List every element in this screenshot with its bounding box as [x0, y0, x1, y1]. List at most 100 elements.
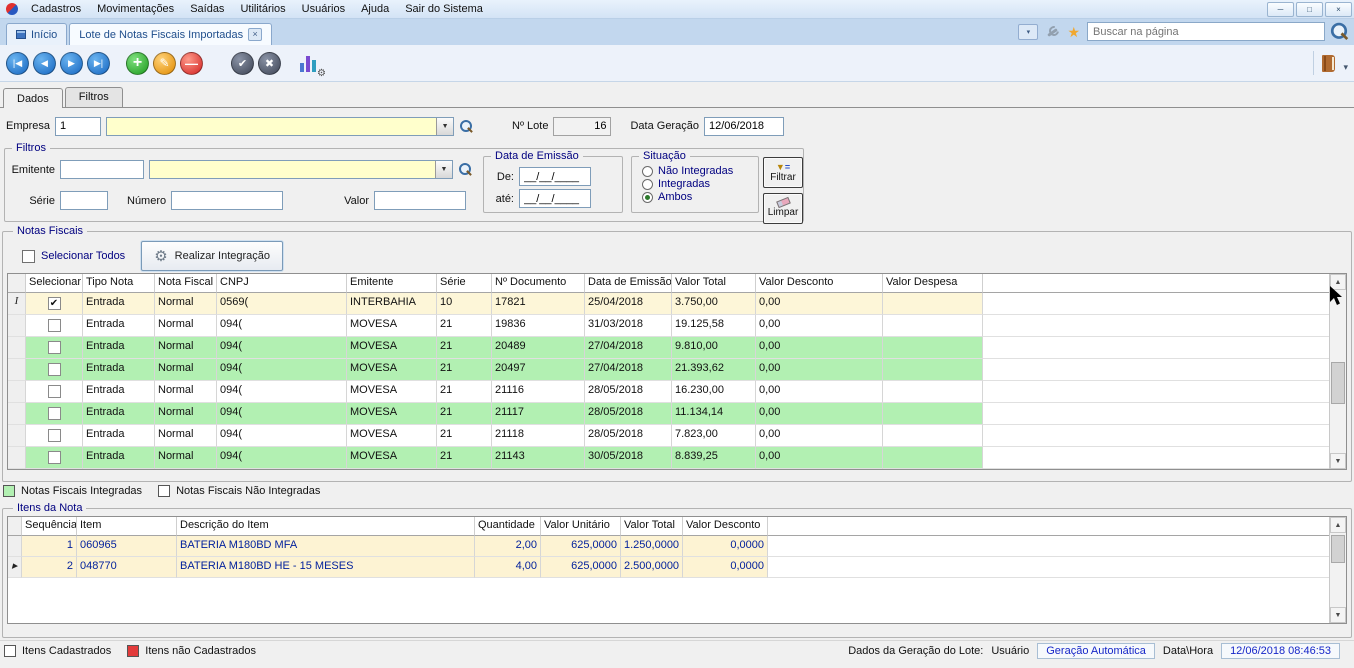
itens-grid-scrollbar[interactable]: ▲ ▼	[1329, 517, 1346, 623]
emitente-code-field[interactable]	[60, 160, 144, 179]
scroll-up-icon[interactable]: ▲	[1330, 517, 1346, 533]
wrench-icon[interactable]	[1045, 24, 1060, 39]
notas-column-header[interactable]: Tipo Nota	[83, 274, 155, 293]
notas-grid-row[interactable]: I✔EntradaNormal0569(INTERBAHIA101782125/…	[8, 293, 1346, 315]
notas-grid-row[interactable]: EntradaNormal094(MOVESA212111628/05/2018…	[8, 381, 1346, 403]
emitente-search-icon[interactable]	[458, 162, 472, 177]
menu-item-cadastros[interactable]: Cadastros	[23, 1, 89, 17]
row-checkbox[interactable]	[48, 451, 61, 464]
situacao-radio[interactable]: Ambos	[642, 191, 758, 203]
tab-lote-notas-fiscais[interactable]: Lote de Notas Fiscais Importadas ×	[69, 23, 272, 45]
data-geracao-field[interactable]	[704, 117, 784, 136]
row-checkbox[interactable]	[48, 363, 61, 376]
close-window-button[interactable]: ×	[1325, 2, 1352, 17]
filtrar-button[interactable]: ▼= Filtrar	[763, 157, 803, 188]
row-checkbox[interactable]	[48, 407, 61, 420]
scroll-up-icon[interactable]: ▲	[1330, 274, 1346, 290]
notas-column-header[interactable]: CNPJ	[217, 274, 347, 293]
cancel-button[interactable]: ✖	[258, 52, 281, 75]
tab-close-icon[interactable]: ×	[248, 28, 262, 41]
nav-last-button[interactable]: ▶|	[87, 52, 110, 75]
chart-button[interactable]: ⚙	[297, 51, 323, 75]
scrollbar-thumb[interactable]	[1331, 362, 1345, 404]
add-button[interactable]: +	[126, 52, 149, 75]
realizar-integracao-button[interactable]: ⚙ Realizar Integração	[141, 241, 283, 271]
tab-list-dropdown[interactable]: ▾	[1018, 24, 1038, 40]
row-checkbox[interactable]	[48, 341, 61, 354]
maximize-button[interactable]: □	[1296, 2, 1323, 17]
notas-grid-row[interactable]: EntradaNormal094(MOVESA212048927/04/2018…	[8, 337, 1346, 359]
menu-item-saidas[interactable]: Saídas	[182, 1, 232, 17]
notas-column-header[interactable]: Valor Despesa	[883, 274, 983, 293]
itens-column-header[interactable]: Item	[77, 517, 177, 536]
cell-selecionar[interactable]	[26, 359, 83, 381]
itens-column-header[interactable]: Valor Unitário	[541, 517, 621, 536]
tab-dados[interactable]: Dados	[3, 88, 63, 108]
favorite-star-icon[interactable]: ★	[1067, 25, 1080, 39]
empresa-code-field[interactable]	[55, 117, 101, 136]
serie-field[interactable]	[60, 191, 108, 210]
menu-item-movimentacoes[interactable]: Movimentações	[89, 1, 182, 17]
situacao-radio[interactable]: Integradas	[642, 178, 758, 190]
row-checkbox[interactable]	[48, 385, 61, 398]
page-search-input[interactable]	[1087, 22, 1325, 41]
cell-selecionar[interactable]	[26, 337, 83, 359]
lote-field[interactable]	[553, 117, 611, 136]
row-checkbox[interactable]	[48, 429, 61, 442]
cell-selecionar[interactable]	[26, 315, 83, 337]
scroll-down-icon[interactable]: ▼	[1330, 607, 1346, 623]
data-emissao-de-field[interactable]	[519, 167, 591, 186]
tab-filtros[interactable]: Filtros	[65, 87, 123, 107]
itens-column-header[interactable]: Quantidade	[475, 517, 541, 536]
selecionar-todos-checkbox[interactable]: Selecionar Todos	[22, 250, 125, 263]
minimize-button[interactable]: ─	[1267, 2, 1294, 17]
chevron-down-icon[interactable]: ▼	[435, 161, 452, 178]
notas-grid-row[interactable]: EntradaNormal094(MOVESA212114330/05/2018…	[8, 447, 1346, 469]
notas-grid-row[interactable]: EntradaNormal094(MOVESA212111828/05/2018…	[8, 425, 1346, 447]
notas-column-header[interactable]: Selecionar	[26, 274, 83, 293]
cell-selecionar[interactable]	[26, 381, 83, 403]
notas-column-header[interactable]: Valor Desconto	[756, 274, 883, 293]
nav-prior-button[interactable]: ◀	[33, 52, 56, 75]
cell-selecionar[interactable]	[26, 447, 83, 469]
search-icon[interactable]	[1330, 21, 1349, 41]
menu-item-sair[interactable]: Sair do Sistema	[397, 1, 491, 17]
limpar-button[interactable]: Limpar	[763, 193, 803, 224]
menu-item-utilitarios[interactable]: Utilitários	[232, 1, 293, 17]
valor-field[interactable]	[374, 191, 466, 210]
situacao-radio[interactable]: Não Integradas	[642, 165, 758, 177]
notas-column-header[interactable]: Valor Total	[672, 274, 756, 293]
cell-selecionar[interactable]	[26, 425, 83, 447]
itens-grid-row[interactable]: ▸2048770BATERIA M180BD HE - 15 MESES4,00…	[8, 557, 1346, 578]
itens-column-header[interactable]: Descrição do Item	[177, 517, 475, 536]
confirm-button[interactable]: ✔	[231, 52, 254, 75]
notas-column-header[interactable]: Série	[437, 274, 492, 293]
itens-column-header[interactable]: Sequência	[22, 517, 77, 536]
book-icon[interactable]	[1322, 55, 1335, 72]
toolbar-overflow-caret[interactable]: ▾	[1343, 62, 1348, 75]
edit-button[interactable]: ✎	[153, 52, 176, 75]
notas-column-header[interactable]: Nº Documento	[492, 274, 585, 293]
notas-grid-row[interactable]: EntradaNormal094(MOVESA211983631/03/2018…	[8, 315, 1346, 337]
empresa-search-icon[interactable]	[459, 119, 473, 134]
row-checkbox[interactable]	[48, 319, 61, 332]
cell-selecionar[interactable]	[26, 403, 83, 425]
data-emissao-ate-field[interactable]	[519, 189, 591, 208]
checkbox-icon[interactable]	[22, 250, 35, 263]
itens-grid-row[interactable]: 1060965BATERIA M180BD MFA2,00625,00001.2…	[8, 536, 1346, 557]
nav-first-button[interactable]: |◀	[6, 52, 29, 75]
itens-column-header[interactable]: Valor Desconto	[683, 517, 768, 536]
itens-column-header[interactable]: Valor Total	[621, 517, 683, 536]
notas-grid-row[interactable]: EntradaNormal094(MOVESA212049727/04/2018…	[8, 359, 1346, 381]
nav-next-button[interactable]: ▶	[60, 52, 83, 75]
cell-selecionar[interactable]: ✔	[26, 293, 83, 315]
numero-field[interactable]	[171, 191, 283, 210]
chevron-down-icon[interactable]: ▼	[436, 118, 453, 135]
emitente-combo[interactable]: ▼	[149, 160, 453, 179]
menu-item-ajuda[interactable]: Ajuda	[353, 1, 397, 17]
delete-button[interactable]: —	[180, 52, 203, 75]
menu-item-usuarios[interactable]: Usuários	[294, 1, 353, 17]
row-checkbox[interactable]: ✔	[48, 297, 61, 310]
notas-grid-row[interactable]: EntradaNormal094(MOVESA212111728/05/2018…	[8, 403, 1346, 425]
scrollbar-thumb[interactable]	[1331, 535, 1345, 563]
